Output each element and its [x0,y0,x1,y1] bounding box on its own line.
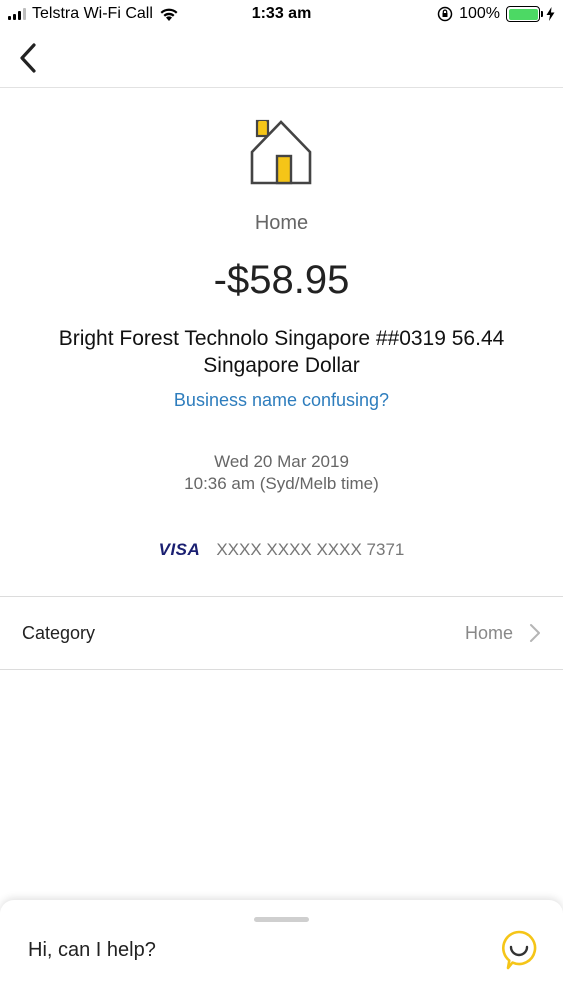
charging-bolt-icon [546,7,555,21]
transaction-amount: -$58.95 [213,258,350,302]
status-bar: Telstra Wi-Fi Call 1:33 am 100% [0,0,563,30]
category-value: Home [464,622,513,643]
transaction-time: 10:36 am (Syd/Melb time) [184,474,379,493]
transaction-datetime: Wed 20 Mar 2019 10:36 am (Syd/Melb time) [0,451,563,495]
nav-bar [0,30,563,88]
category-label: Category [22,622,96,643]
battery-icon [506,6,543,22]
card-number: XXXX XXXX XXXX 7371 [216,540,405,559]
card-info: VISA XXXX XXXX XXXX 7371 [0,540,563,560]
transaction-category: Home [254,212,309,234]
transaction-date: Wed 20 Mar 2019 [214,452,349,471]
chevron-right-icon [530,624,540,642]
chevron-left-icon [20,43,36,73]
assistant-smile-icon[interactable] [500,930,538,970]
chat-prompt[interactable]: Hi, can I help? [28,939,156,962]
battery-percent: 100% [459,5,500,22]
house-icon [250,119,312,185]
orientation-lock-icon [437,6,453,22]
merchant-name: Bright Forest Technolo Singapore ##0319 … [58,327,505,377]
category-value-group: Home [465,623,541,644]
visa-logo: VISA [158,540,201,559]
drag-handle[interactable] [254,917,309,922]
status-right: 100% [437,5,555,23]
business-name-confusing-link[interactable]: Business name confusing? [0,390,563,411]
category-row[interactable]: Category Home [0,597,563,670]
back-button[interactable] [8,38,48,78]
